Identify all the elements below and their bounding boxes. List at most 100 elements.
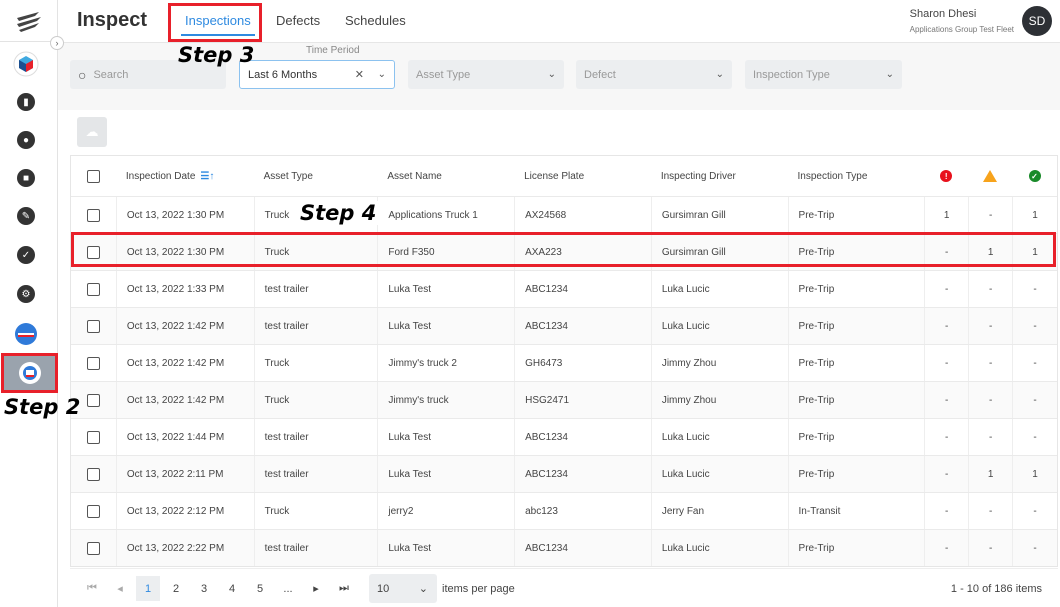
inspection-type-select[interactable]: Inspection Type⌄	[745, 60, 902, 89]
cell-warning-count: -	[968, 382, 1012, 418]
cube-icon	[13, 51, 39, 77]
cell-asset-name: Luka Test	[377, 419, 514, 455]
sidebar-item-documents[interactable]: ■	[9, 161, 43, 195]
table-row[interactable]: Oct 13, 2022 2:11 PMtest trailerLuka Tes…	[71, 455, 1057, 492]
sort-icon[interactable]: ☰↑	[200, 171, 214, 182]
first-page-button[interactable]: ⏮	[80, 576, 104, 601]
table-row[interactable]: Oct 13, 2022 1:42 PMtest trailerLuka Tes…	[71, 307, 1057, 344]
header-inspection-type[interactable]: Inspection Type	[788, 156, 925, 196]
header-inspection-date[interactable]: Inspection Date☰↑	[116, 156, 254, 196]
sidebar-item-maintenance[interactable]: ✎	[9, 199, 43, 233]
sidebar-item-inspect[interactable]	[4, 355, 56, 391]
cell-warning-count: -	[968, 308, 1012, 344]
row-checkbox[interactable]	[87, 209, 100, 222]
sidebar-item-tasks[interactable]: ✓	[9, 238, 43, 272]
page-1[interactable]: 1	[136, 576, 160, 601]
table-row[interactable]: Oct 13, 2022 1:44 PMtest trailerLuka Tes…	[71, 418, 1057, 455]
avatar[interactable]: SD	[1022, 6, 1052, 36]
cell-license-plate: ABC1234	[514, 271, 651, 307]
cell-license-plate: ABC1234	[514, 530, 651, 566]
page-5[interactable]: 5	[248, 576, 272, 601]
header-license-plate[interactable]: License Plate	[514, 156, 651, 196]
logo-icon	[15, 10, 43, 32]
collapse-sidebar-button[interactable]: ›	[50, 36, 64, 50]
table-row[interactable]: Oct 13, 2022 1:30 PMTruckApplications Tr…	[71, 196, 1057, 233]
annotation-step3: Step 3	[178, 43, 254, 67]
row-checkbox[interactable]	[87, 283, 100, 296]
user-org: Applications Group Test Fleet	[910, 25, 1014, 34]
cell-inspection-date: Oct 13, 2022 2:11 PM	[116, 456, 254, 492]
cell-driver: Gursimran Gill	[651, 197, 788, 233]
cell-license-plate: HSG2471	[514, 382, 651, 418]
prev-page-button[interactable]: ◂	[108, 576, 132, 601]
sidebar-item-location[interactable]: ●	[9, 123, 43, 157]
inspections-table: Inspection Date☰↑ Asset Type Asset Name …	[70, 155, 1058, 567]
header-driver[interactable]: Inspecting Driver	[651, 156, 788, 196]
page-2[interactable]: 2	[164, 576, 188, 601]
cell-error-count: -	[924, 456, 968, 492]
sidebar-item-settings[interactable]: ⚙	[9, 277, 43, 311]
cell-warning-count: 1	[968, 456, 1012, 492]
per-page-select[interactable]: 10⌄	[369, 574, 437, 603]
select-all-checkbox[interactable]	[87, 170, 100, 183]
cell-ok-count: -	[1012, 345, 1057, 381]
row-checkbox[interactable]	[87, 246, 100, 259]
tab-defects[interactable]: Defects	[276, 13, 320, 28]
tab-schedules[interactable]: Schedules	[345, 13, 406, 28]
header-asset-type[interactable]: Asset Type	[254, 156, 378, 196]
table-row[interactable]: Oct 13, 2022 1:42 PMTruckJimmy's truckHS…	[71, 381, 1057, 418]
download-button[interactable]: ☁	[77, 117, 107, 147]
tab-inspections[interactable]: Inspections	[185, 13, 251, 28]
wrench-icon: ✎	[17, 207, 35, 225]
time-period-value: Last 6 Months	[248, 69, 317, 81]
page-4[interactable]: 4	[220, 576, 244, 601]
table-row[interactable]: Oct 13, 2022 1:42 PMTruckJimmy's truck 2…	[71, 344, 1057, 381]
next-page-button[interactable]: ▸	[304, 576, 328, 601]
cell-error-count: -	[924, 530, 968, 566]
cell-license-plate: ABC1234	[514, 308, 651, 344]
cell-asset-name: Jimmy's truck 2	[377, 345, 514, 381]
cell-inspection-date: Oct 13, 2022 1:42 PM	[116, 308, 254, 344]
table-row[interactable]: Oct 13, 2022 2:22 PMtest trailerLuka Tes…	[71, 529, 1057, 566]
row-checkbox[interactable]	[87, 357, 100, 370]
sidebar-item-reports[interactable]: ▮	[9, 85, 43, 119]
annotation-step4: Step 4	[298, 201, 378, 225]
row-checkbox[interactable]	[87, 542, 100, 555]
row-checkbox[interactable]	[87, 468, 100, 481]
row-checkbox[interactable]	[87, 320, 100, 333]
cell-inspection-type: Pre-Trip	[788, 419, 925, 455]
row-checkbox[interactable]	[87, 505, 100, 518]
cell-warning-count: -	[968, 197, 1012, 233]
last-page-button[interactable]: ⏭	[332, 576, 356, 601]
per-page-value: 10	[377, 583, 389, 595]
sidebar-item-apps[interactable]	[9, 47, 43, 81]
table-row[interactable]: Oct 13, 2022 1:33 PMtest trailerLuka Tes…	[71, 270, 1057, 307]
row-checkbox[interactable]	[87, 394, 100, 407]
inspect-icon	[18, 361, 42, 385]
cell-asset-type: test trailer	[254, 530, 378, 566]
sidebar-item-fleet[interactable]	[9, 317, 43, 351]
clear-icon[interactable]: ✕	[355, 68, 364, 81]
defect-select[interactable]: Defect⌄	[576, 60, 732, 89]
error-icon: !	[940, 170, 952, 182]
logo[interactable]	[0, 0, 57, 42]
cell-driver: Jerry Fan	[651, 493, 788, 529]
table-row[interactable]: Oct 13, 2022 2:12 PMTruckjerry2abc123Jer…	[71, 492, 1057, 529]
cell-ok-count: -	[1012, 308, 1057, 344]
defect-placeholder: Defect	[584, 69, 616, 81]
cell-asset-type: Truck	[254, 345, 378, 381]
check-icon: ✓	[17, 246, 35, 264]
time-period-select[interactable]: Last 6 Months✕⌄	[239, 60, 395, 89]
header-asset-name[interactable]: Asset Name	[377, 156, 514, 196]
row-checkbox[interactable]	[87, 431, 100, 444]
asset-type-select[interactable]: Asset Type⌄	[408, 60, 564, 89]
cell-driver: Luka Lucic	[651, 271, 788, 307]
page-3[interactable]: 3	[192, 576, 216, 601]
cell-asset-name: Applications Truck 1	[377, 197, 514, 233]
cell-warning-count: -	[968, 530, 1012, 566]
table-row[interactable]: Oct 13, 2022 1:30 PMTruckFord F350AXA223…	[71, 233, 1057, 270]
annotation-step2: Step 2	[4, 395, 80, 419]
user-info[interactable]: Sharon Dhesi Applications Group Test Fle…	[910, 8, 1014, 34]
fleet-icon	[14, 322, 38, 346]
more-pages[interactable]: ...	[276, 576, 300, 601]
